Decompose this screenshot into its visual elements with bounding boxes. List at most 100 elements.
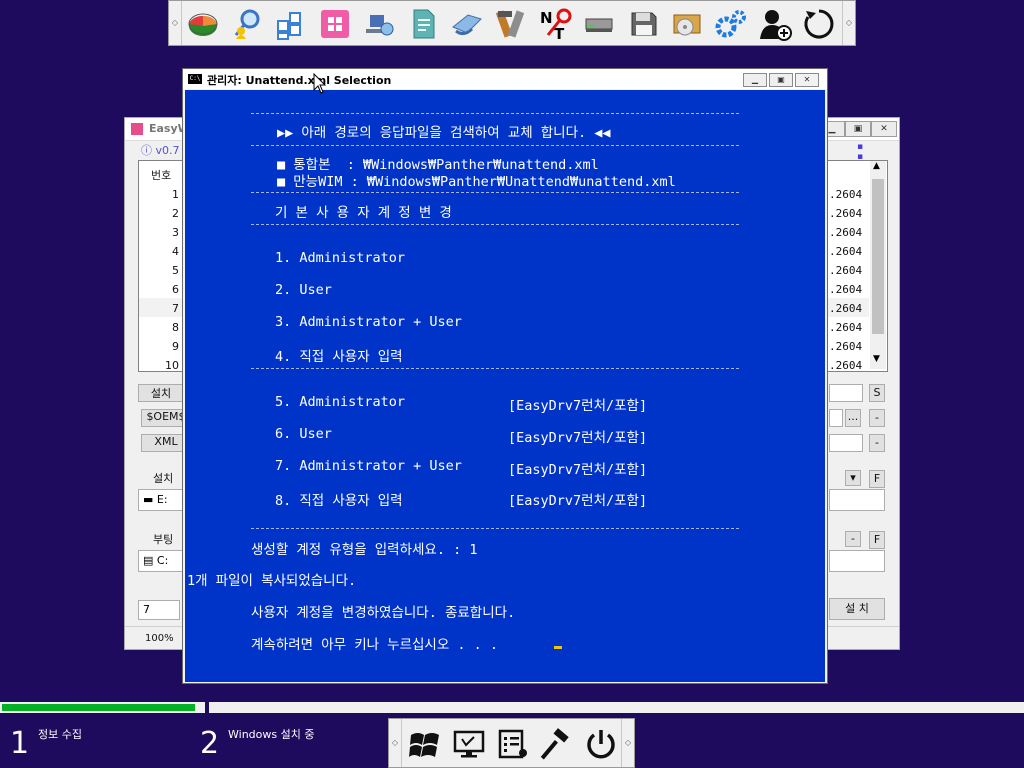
progress-fill-step1 xyxy=(2,704,195,711)
add-user-icon[interactable] xyxy=(757,6,793,42)
right-field-2[interactable] xyxy=(829,409,843,427)
bottom-grip-left[interactable]: ◇ xyxy=(389,719,402,767)
console-window: C:\ 관리자: Unattend.xml Selection ▁ ▣ ✕ ▶▶… xyxy=(182,68,828,684)
rule-line xyxy=(251,113,739,114)
console-press-key-message: 계속하려면 아무 키나 누르십시오 . . . xyxy=(251,637,499,653)
step-1-label: 정보 수집 xyxy=(38,728,82,741)
power-icon[interactable] xyxy=(583,726,619,762)
checklist-icon[interactable] xyxy=(495,726,531,762)
console-option: 8. 직접 사용자 입력 xyxy=(275,493,403,509)
console-option: 5. Administrator xyxy=(275,394,406,410)
windows-flag-icon[interactable] xyxy=(407,726,443,762)
console-prompt: 생성할 계정 유형을 입력하세요. : 1 xyxy=(251,542,478,558)
right-field-1[interactable] xyxy=(829,384,863,402)
row-build-value: .2604 xyxy=(829,283,863,296)
refresh-icon[interactable] xyxy=(801,6,837,42)
bg-close-button[interactable]: ✕ xyxy=(871,121,897,137)
drive-icon[interactable] xyxy=(581,6,617,42)
rule-line xyxy=(251,368,739,369)
row-build-value: .2604 xyxy=(829,321,863,334)
row-build-value: .2604 xyxy=(829,359,863,372)
toolbar-grip-right[interactable]: ◇ xyxy=(842,1,855,45)
right-field-5[interactable] xyxy=(829,550,885,572)
dropdown-button[interactable]: ▾ xyxy=(845,470,861,486)
console-option: 1. Administrator xyxy=(275,250,406,266)
rule-line xyxy=(251,528,739,529)
row-number: 9 xyxy=(172,340,179,353)
console-option: 4. 직접 사용자 입력 xyxy=(275,349,403,365)
bg-maximize-button[interactable]: ▣ xyxy=(845,121,871,137)
document-icon[interactable] xyxy=(405,6,441,42)
drive-e-field[interactable]: ▬ E: xyxy=(138,489,186,511)
console-titlebar[interactable]: C:\ 관리자: Unattend.xml Selection ▁ ▣ ✕ xyxy=(183,69,827,89)
dots-indicator: ▪ ▪ xyxy=(857,142,874,162)
count-field[interactable]: 7 xyxy=(138,600,180,620)
install-button[interactable]: 설 치 xyxy=(829,598,885,620)
f-button-1[interactable]: F xyxy=(869,470,885,488)
console-minimize-button[interactable]: ▁ xyxy=(743,73,767,87)
row-build-value: .2604 xyxy=(829,245,863,258)
row-build-value: .2604 xyxy=(829,226,863,239)
console-option-tag: [EasyDrv7런처/포함] xyxy=(508,430,648,446)
search-user-icon[interactable] xyxy=(229,6,265,42)
console-option: 3. Administrator + User xyxy=(275,314,462,330)
nt-key-icon[interactable]: NT xyxy=(537,6,573,42)
row-number: 6 xyxy=(172,283,179,296)
right-field-4[interactable] xyxy=(829,489,885,511)
row-build-value: .2604 xyxy=(829,207,863,220)
scroll-up-icon[interactable]: ▲ xyxy=(873,161,880,171)
browse-button[interactable]: ... xyxy=(845,409,861,427)
row-build-value: .2604 xyxy=(829,340,863,353)
drive-c-field[interactable]: ▤ C: xyxy=(138,550,186,572)
network-icon[interactable] xyxy=(361,6,397,42)
f-button-2[interactable]: F xyxy=(869,531,885,549)
setup-progress xyxy=(0,702,1024,713)
console-close-button[interactable]: ✕ xyxy=(795,73,819,87)
gears-icon[interactable] xyxy=(713,6,749,42)
row-number: 7 xyxy=(172,302,179,315)
console-changed-message: 사용자 계정을 변경하였습니다. 종료합니다. xyxy=(251,605,516,621)
minus-button-1[interactable]: - xyxy=(869,409,885,427)
scroll-down-icon[interactable]: ▼ xyxy=(873,354,880,364)
hammer-icon[interactable] xyxy=(539,726,575,762)
row-number: 8 xyxy=(172,321,179,334)
install-label-1[interactable]: 설치 xyxy=(138,384,184,402)
minus-button-2[interactable]: - xyxy=(869,434,885,452)
scroll-thumb[interactable] xyxy=(872,179,884,334)
s-button[interactable]: S xyxy=(869,384,885,402)
toolbar-grip-left[interactable]: ◇ xyxy=(169,1,182,45)
driver-icon[interactable] xyxy=(449,6,485,42)
console-option: 6. User xyxy=(275,426,332,442)
row-build-value: .2604 xyxy=(829,302,863,315)
minus-button-3[interactable]: - xyxy=(845,531,861,547)
console-option-tag: [EasyDrv7런처/포함] xyxy=(508,398,648,414)
list-scrollbar[interactable]: ▲ ▼ xyxy=(870,161,886,369)
console-option: 7. Administrator + User xyxy=(275,458,462,474)
partition-icon[interactable] xyxy=(185,6,221,42)
text-cursor xyxy=(554,646,562,649)
cmd-icon: C:\ xyxy=(188,74,202,84)
disc-box-icon[interactable] xyxy=(669,6,705,42)
bottom-grip-right[interactable]: ◇ xyxy=(621,719,634,767)
tools-icon[interactable] xyxy=(493,6,529,42)
mouse-pointer-icon xyxy=(313,73,327,94)
windows-logo-icon[interactable] xyxy=(317,6,353,42)
console-screen[interactable]: ▶▶ 아래 경로의 응답파일을 검색하여 교체 합니다. ◀◀ ■ 통합본 : … xyxy=(185,90,825,682)
progress-bar-step1 xyxy=(0,702,205,713)
progress-bar-step2 xyxy=(209,702,1024,713)
monitor-icon[interactable] xyxy=(451,726,487,762)
right-field-3[interactable] xyxy=(829,434,863,452)
boot-label: 부팅 xyxy=(153,533,174,546)
row-number: 2 xyxy=(172,207,179,220)
console-maximize-button[interactable]: ▣ xyxy=(769,73,793,87)
tiles-icon[interactable] xyxy=(273,6,309,42)
efi-icon: ▤ xyxy=(143,554,157,567)
bottom-toolbar: ◇ ◇ xyxy=(388,718,635,768)
console-header-line: ▶▶ 아래 경로의 응답파일을 검색하여 교체 합니다. ◀◀ xyxy=(277,125,611,141)
list-header-number: 번호 xyxy=(151,169,172,182)
floppy-icon[interactable] xyxy=(625,6,661,42)
step-1-number: 1 xyxy=(10,726,30,761)
row-number: 5 xyxy=(172,264,179,277)
row-number: 4 xyxy=(172,245,179,258)
row-build-value: .2604 xyxy=(829,264,863,277)
